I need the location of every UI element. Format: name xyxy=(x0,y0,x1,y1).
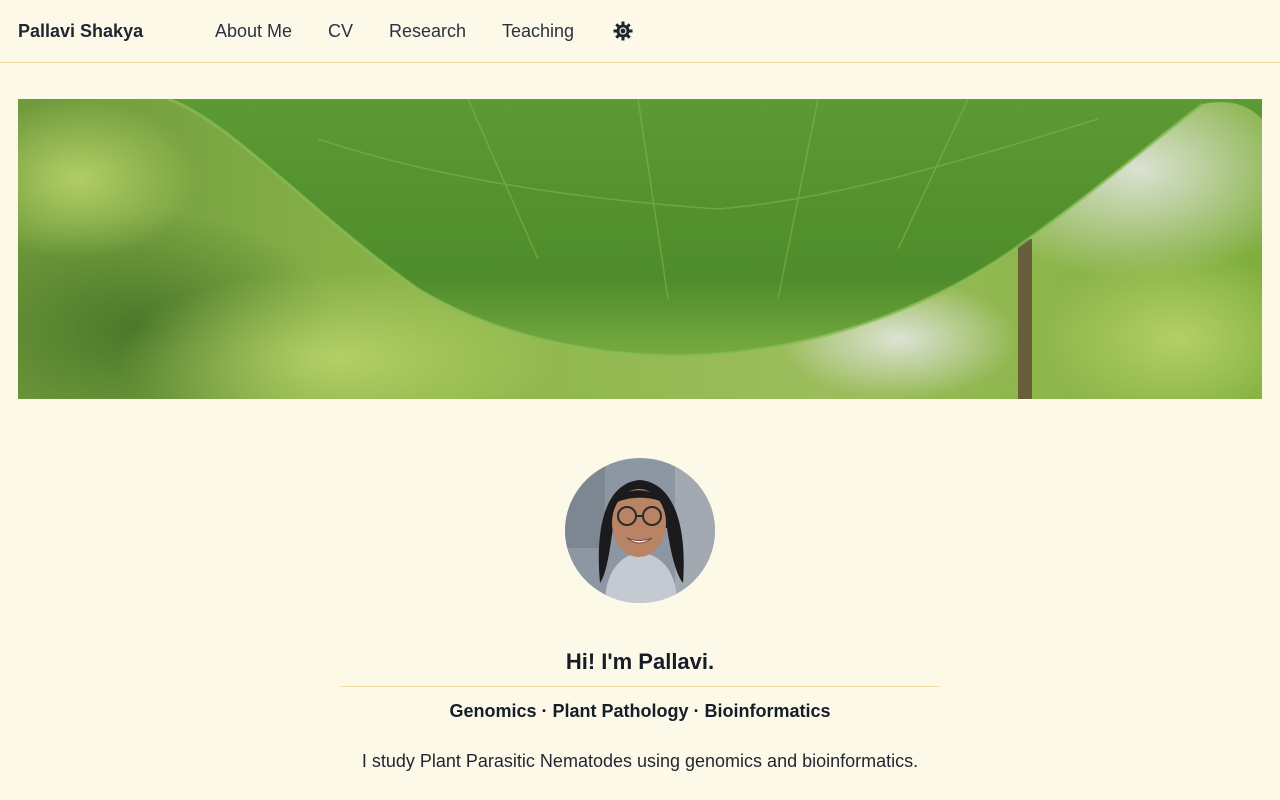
nav-about-me[interactable]: About Me xyxy=(215,21,292,41)
nav-teaching[interactable]: Teaching xyxy=(502,21,574,41)
theme-toggle-button[interactable] xyxy=(612,20,634,42)
profile-avatar xyxy=(565,458,715,603)
sun-gear-icon xyxy=(613,21,633,41)
heading-divider xyxy=(340,686,940,687)
hero-banner-image xyxy=(18,99,1262,399)
nav-cv[interactable]: CV xyxy=(328,21,353,41)
greeting-heading: Hi! I'm Pallavi. xyxy=(565,649,715,674)
top-navbar: Pallavi Shakya About Me CV Research Teac… xyxy=(0,0,1280,63)
nav-research[interactable]: Research xyxy=(389,21,466,41)
research-tagline: Genomics · Plant Pathology · Bioinformat… xyxy=(449,701,831,721)
site-brand-link[interactable]: Pallavi Shakya xyxy=(18,21,143,41)
intro-text: I study Plant Parasitic Nematodes using … xyxy=(361,751,919,771)
